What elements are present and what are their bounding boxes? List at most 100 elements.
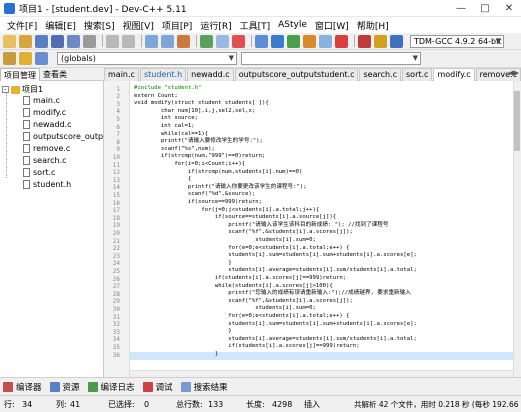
compiler-select[interactable]: TDM-GCC 4.9.2 64-bit ▼ bbox=[410, 34, 504, 48]
new-project-icon[interactable] bbox=[200, 34, 213, 48]
add-file-icon[interactable] bbox=[216, 34, 229, 48]
open-folder-icon[interactable] bbox=[19, 34, 32, 48]
minimize-icon[interactable]: — bbox=[449, 3, 473, 14]
code-line[interactable]: { bbox=[134, 176, 191, 184]
scroll-thumb[interactable] bbox=[514, 91, 520, 151]
tab-search-results[interactable]: 搜索结果 bbox=[180, 381, 228, 393]
project-file[interactable]: remove.c bbox=[23, 144, 70, 153]
code-line[interactable]: for(i=0;i<Count;i++){ bbox=[134, 161, 245, 169]
tab-modify-c[interactable]: modify.c bbox=[433, 68, 475, 81]
delete-profile-icon[interactable] bbox=[374, 34, 387, 48]
vertical-scrollbar[interactable] bbox=[513, 81, 521, 377]
code-line[interactable]: students[i].average=students[i].sum/stud… bbox=[134, 267, 417, 275]
code-line[interactable]: if(students[i].a.scores[j]==999)return; bbox=[134, 343, 359, 351]
menu-edit[interactable]: 编辑[E] bbox=[41, 19, 80, 32]
tab-scroll-arrows-icon[interactable]: ◀▶ bbox=[508, 69, 519, 77]
code-line[interactable]: int cal=1; bbox=[134, 123, 195, 131]
code-line[interactable]: } bbox=[134, 328, 231, 336]
close-file-icon[interactable] bbox=[67, 34, 80, 48]
save-all-icon[interactable] bbox=[51, 34, 64, 48]
rebuild-icon[interactable] bbox=[303, 34, 316, 48]
menu-window[interactable]: 窗口[W] bbox=[311, 19, 353, 32]
horizontal-scrollbar[interactable] bbox=[130, 370, 513, 377]
save-icon[interactable] bbox=[35, 34, 48, 48]
find-icon[interactable] bbox=[145, 34, 158, 48]
menu-file[interactable]: 文件[F] bbox=[3, 19, 41, 32]
code-line[interactable]: if(strcmp(num,students[i].num)==0) bbox=[134, 169, 303, 177]
menu-project[interactable]: 项目[P] bbox=[158, 19, 196, 32]
close-icon[interactable]: ✕ bbox=[497, 3, 521, 14]
project-root[interactable]: - 项目1 bbox=[2, 84, 43, 95]
menu-help[interactable]: 帮助[H] bbox=[353, 19, 393, 32]
function-select[interactable]: ▼ bbox=[241, 52, 421, 65]
project-file[interactable]: sort.c bbox=[23, 168, 55, 177]
tab-class-view[interactable]: 查看类 bbox=[40, 68, 70, 81]
code-line[interactable]: scanf("%d",&source); bbox=[134, 191, 255, 199]
tab-compiler[interactable]: 编译器 bbox=[3, 381, 42, 393]
toggle-bookmark-icon[interactable] bbox=[19, 52, 32, 65]
code-line[interactable]: void modify(struct student students[ ]){ bbox=[134, 100, 269, 108]
code-line[interactable]: int source; bbox=[134, 115, 198, 123]
code-line[interactable]: students[i].sum=students[i].sum+students… bbox=[134, 252, 417, 260]
code-line[interactable]: students[i].sum=students[i].sum+students… bbox=[134, 321, 417, 329]
options-icon[interactable] bbox=[390, 34, 403, 48]
check-syntax-icon[interactable] bbox=[319, 34, 332, 48]
tab-main-c[interactable]: main.c bbox=[104, 68, 139, 81]
code-line[interactable]: for(e=0;e<students[i].a.total;e++) { bbox=[134, 313, 349, 321]
collapse-icon[interactable]: - bbox=[2, 86, 9, 93]
profile-icon[interactable] bbox=[358, 34, 371, 48]
code-line[interactable]: for(e=0;e<students[i].a.total;e++) { bbox=[134, 245, 349, 253]
tab-outputscore-c[interactable]: outputscore_outputstudent.c bbox=[234, 68, 359, 81]
code-line[interactable]: if(source==students[i].a.source[j]){ bbox=[134, 214, 336, 222]
code-line[interactable]: for(j=0;j<students[i].a.total;j++){ bbox=[134, 207, 319, 215]
code-line[interactable]: scanf("%f",&students[i].a.scores[j]); bbox=[134, 229, 353, 237]
remove-file-icon[interactable] bbox=[232, 34, 245, 48]
compile-run-icon[interactable] bbox=[287, 34, 300, 48]
project-file[interactable]: outputscore_outp bbox=[23, 132, 103, 141]
tab-debug[interactable]: 调试 bbox=[142, 381, 173, 393]
new-file-icon[interactable] bbox=[3, 34, 16, 48]
code-line[interactable]: scanf("%f",&students[i].a.scores[j]); bbox=[134, 298, 353, 306]
project-file[interactable]: student.h bbox=[23, 180, 71, 189]
code-editor[interactable]: 1 #include "student.h" 2 extern Count; 3 void… bbox=[104, 81, 521, 377]
tab-search-c[interactable]: search.c bbox=[359, 68, 401, 81]
code-line[interactable]: printf("您输入的成绩有误请重新输入:");//成绩越界, 要求重新输入 bbox=[134, 290, 411, 298]
print-icon[interactable] bbox=[83, 34, 96, 48]
code-line[interactable]: } bbox=[134, 260, 231, 268]
tab-project-manager[interactable]: 项目管理 bbox=[0, 68, 40, 81]
redo-icon[interactable] bbox=[122, 34, 135, 48]
menu-view[interactable]: 视图[V] bbox=[119, 19, 158, 32]
project-file[interactable]: modify.c bbox=[23, 108, 66, 117]
tab-student-h[interactable]: student.h bbox=[139, 68, 187, 81]
menu-run[interactable]: 运行[R] bbox=[196, 19, 235, 32]
tab-resources[interactable]: 资源 bbox=[49, 381, 80, 393]
tab-compile-log[interactable]: 编译日志 bbox=[87, 381, 135, 393]
replace-icon[interactable] bbox=[161, 34, 174, 48]
code-line[interactable]: char num[10],i,j,sel2,sel,x; bbox=[134, 108, 255, 116]
project-file[interactable]: main.c bbox=[23, 96, 60, 105]
run-icon[interactable] bbox=[271, 34, 284, 48]
maximize-icon[interactable]: □ bbox=[473, 3, 497, 14]
debug-icon[interactable] bbox=[335, 34, 348, 48]
code-line[interactable]: if(students[i].a.scores[j]==999)return; bbox=[134, 275, 346, 283]
code-line[interactable]: students[i].sum=0; bbox=[134, 237, 316, 245]
code-line[interactable]: students[i].average=students[i].sum/stud… bbox=[134, 336, 417, 344]
code-line[interactable]: if(source==999)return; bbox=[134, 199, 262, 207]
goto-bookmark-icon[interactable] bbox=[35, 52, 48, 65]
tab-sort-c[interactable]: sort.c bbox=[402, 68, 433, 81]
menu-tools[interactable]: 工具[T] bbox=[236, 19, 275, 32]
code-line[interactable]: #include "student.h" bbox=[134, 85, 201, 93]
code-line[interactable]: scanf("%s",num); bbox=[134, 146, 215, 154]
code-line[interactable]: printf("请输入该学生该科目的新成绩: "); //找到了课程号 bbox=[134, 222, 388, 230]
undo-icon[interactable] bbox=[106, 34, 119, 48]
project-file[interactable]: newadd.c bbox=[23, 120, 72, 129]
insert-code-icon[interactable] bbox=[3, 52, 16, 65]
goto-line-icon[interactable] bbox=[177, 34, 190, 48]
tab-newadd-c[interactable]: newadd.c bbox=[187, 68, 234, 81]
code-line[interactable]: } bbox=[134, 351, 218, 359]
compile-icon[interactable] bbox=[255, 34, 268, 48]
menu-astyle[interactable]: AStyle bbox=[274, 20, 311, 30]
menu-search[interactable]: 搜索[S] bbox=[80, 19, 119, 32]
code-line[interactable]: extern Count; bbox=[134, 93, 178, 101]
code-line[interactable]: students[i].sum=0; bbox=[134, 305, 316, 313]
